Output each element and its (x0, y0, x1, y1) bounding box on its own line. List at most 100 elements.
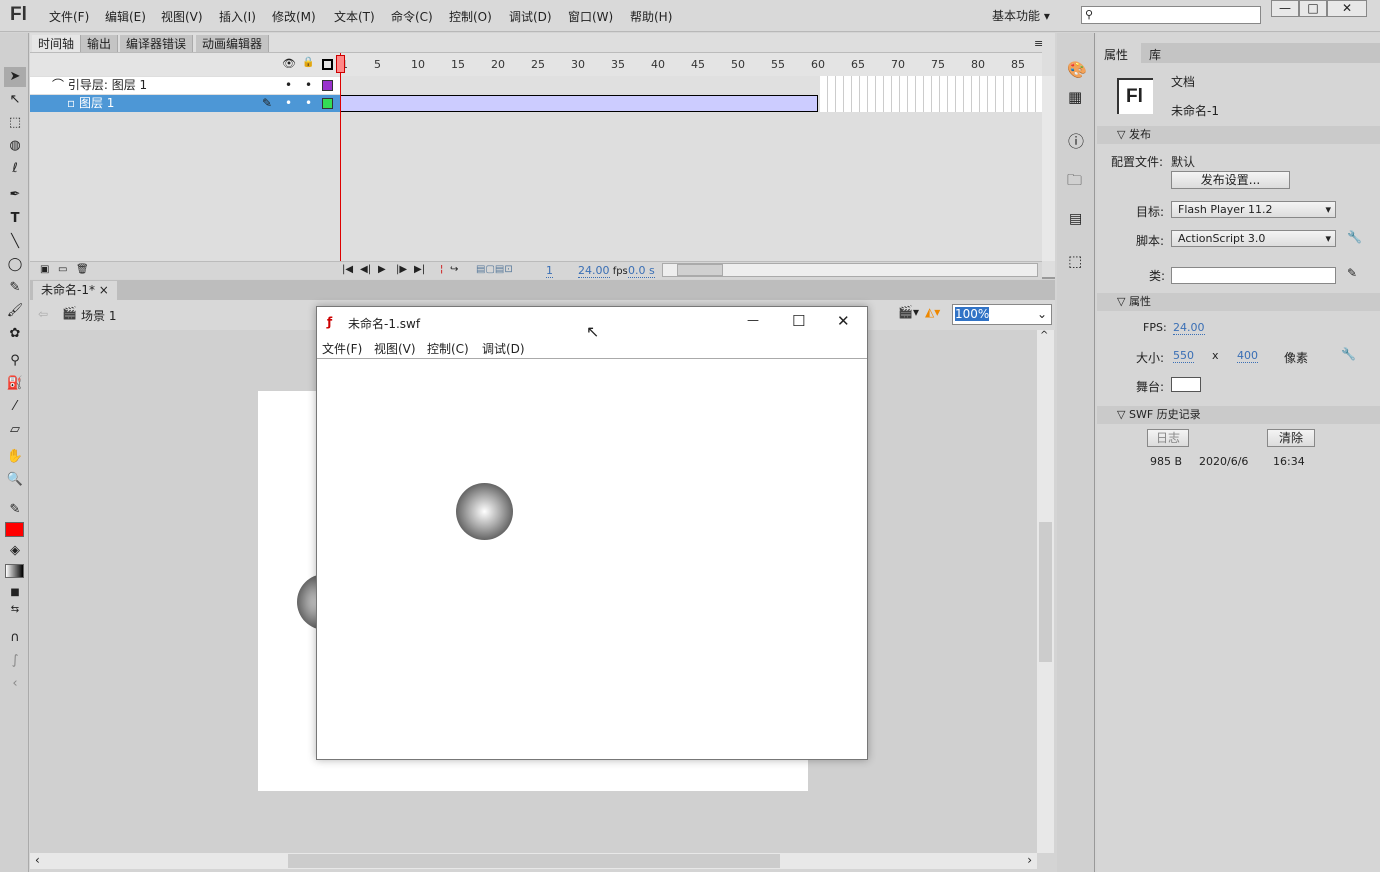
play-icon[interactable]: ▶ (378, 264, 386, 275)
last-frame-icon[interactable]: ▶| (414, 264, 425, 275)
prev-frame-icon[interactable]: ◀| (360, 264, 371, 275)
tab-output[interactable]: 输出 (81, 35, 119, 53)
align-panel-icon[interactable]: ▤ (1069, 211, 1082, 227)
layer-color-swatch[interactable] (322, 98, 333, 109)
zoom-tool-icon[interactable]: 🔍 (4, 470, 26, 490)
tab-properties[interactable]: 属性 (1097, 43, 1141, 63)
line-tool-icon[interactable]: ╲ (4, 232, 26, 252)
color-panel-icon[interactable]: 🎨 (1067, 60, 1087, 79)
properties-section-header[interactable]: ▽ 属性 (1097, 293, 1380, 311)
center-frame-icon[interactable]: ¦ (440, 264, 443, 275)
edit-symbols-icon[interactable]: ◭▾ (925, 305, 940, 319)
straighten-icon[interactable]: ‹ (4, 674, 26, 694)
swf-menu-file[interactable]: 文件(F) (322, 340, 362, 357)
close-button[interactable]: ✕ (1327, 0, 1367, 17)
swf-maximize-button[interactable]: ☐ (792, 312, 805, 330)
publish-section-header[interactable]: ▽ 发布 (1097, 126, 1380, 144)
menu-control[interactable]: 控制(O) (449, 8, 492, 25)
eye-icon[interactable]: 👁 (282, 57, 296, 70)
swf-close-button[interactable]: ✕ (837, 312, 850, 330)
document-tab[interactable]: 未命名-1* × (33, 281, 117, 300)
fps-value[interactable]: 24.00 (578, 264, 610, 278)
delete-layer-icon[interactable]: 🗑 (76, 264, 89, 275)
pencil-tool-icon[interactable]: ✎ (4, 278, 26, 298)
brush-tool-icon[interactable]: 🖌 (4, 301, 26, 321)
bone-tool-icon[interactable]: ⚲ (4, 351, 26, 371)
visibility-dot[interactable]: • (285, 95, 292, 112)
lock-dot[interactable]: • (305, 95, 312, 112)
close-tab-icon[interactable]: × (99, 283, 109, 297)
swf-menu-control[interactable]: 控制(C) (427, 340, 469, 357)
fill-bucket-icon[interactable]: ◈ (4, 541, 26, 561)
outline-icon[interactable] (322, 59, 333, 70)
frame-ruler[interactable]: 1510152025303540455055606570758085 (340, 53, 1042, 77)
hand-tool-icon[interactable]: ✋ (4, 447, 26, 467)
edit-class-pencil-icon[interactable]: ✎ (1347, 266, 1357, 280)
next-frame-icon[interactable]: |▶ (396, 264, 407, 275)
timeline-vscroll[interactable] (1042, 76, 1055, 261)
subselection-tool-icon[interactable]: ↖ (4, 90, 26, 110)
visibility-dot[interactable]: • (285, 77, 292, 94)
swf-minimize-button[interactable]: — (747, 313, 759, 327)
first-frame-icon[interactable]: |◀ (342, 264, 353, 275)
library-panel-icon[interactable]: 🗀 (1067, 170, 1082, 195)
swap-colors-icon[interactable]: ⇆ (4, 600, 26, 620)
pen-tool-icon[interactable]: ✒ (4, 185, 26, 205)
swatches-panel-icon[interactable]: ▦ (1068, 88, 1082, 106)
empty-frames[interactable] (820, 76, 1042, 112)
scroll-up-icon[interactable]: ^ (1040, 330, 1048, 341)
smooth-icon[interactable]: ∫ (4, 651, 26, 671)
scroll-thumb[interactable] (1039, 522, 1052, 662)
transform-panel-icon[interactable]: ⬚ (1068, 252, 1082, 270)
layer-row-guide[interactable]: ⌒ 引导层: 图层 1 • • (30, 77, 340, 94)
eyedropper-tool-icon[interactable]: ⁄ (4, 397, 26, 417)
scroll-left-icon[interactable]: ‹ (35, 853, 40, 867)
swf-menu-debug[interactable]: 调试(D) (482, 340, 525, 357)
log-button[interactable]: 日志 (1147, 429, 1189, 447)
scroll-thumb[interactable] (288, 854, 780, 868)
swf-history-section-header[interactable]: ▽ SWF 历史记录 (1097, 406, 1380, 424)
menu-text[interactable]: 文本(T) (334, 8, 375, 25)
width-value[interactable]: 550 (1173, 349, 1194, 363)
timeline-hscroll[interactable] (662, 263, 1038, 277)
workspace-switcher[interactable]: 基本功能 ▾ (992, 7, 1050, 24)
playhead[interactable] (336, 55, 345, 73)
elapsed-time[interactable]: 0.0 s (628, 264, 655, 278)
stage-color-swatch[interactable] (1171, 377, 1201, 392)
menu-file[interactable]: 文件(F) (49, 8, 89, 25)
scroll-thumb[interactable] (677, 264, 723, 276)
new-folder-icon[interactable]: ▭ (58, 264, 67, 275)
height-value[interactable]: 400 (1237, 349, 1258, 363)
menu-insert[interactable]: 插入(I) (219, 8, 256, 25)
stage-hscroll[interactable]: ‹ › (30, 853, 1037, 869)
fps-value[interactable]: 24.00 (1173, 321, 1205, 335)
scene-name[interactable]: 场景 1 (81, 307, 116, 324)
tab-timeline[interactable]: 时间轴 (32, 35, 82, 53)
layer-color-swatch[interactable] (322, 80, 333, 91)
onion-skin-icon[interactable]: ▤▢▤⊡ (476, 264, 513, 275)
text-tool-icon[interactable]: T (4, 209, 26, 229)
menu-edit[interactable]: 编辑(E) (105, 8, 146, 25)
loop-icon[interactable]: ↪ (450, 264, 458, 275)
menu-debug[interactable]: 调试(D) (509, 8, 552, 25)
tab-motion-editor[interactable]: 动画编辑器 (196, 35, 270, 53)
tween-span[interactable] (340, 95, 818, 112)
menu-window[interactable]: 窗口(W) (568, 8, 613, 25)
oval-tool-icon[interactable]: ◯ (4, 255, 26, 275)
menu-commands[interactable]: 命令(C) (391, 8, 433, 25)
class-input[interactable] (1171, 267, 1336, 284)
frame-grid[interactable] (340, 76, 1042, 112)
paint-bucket-tool-icon[interactable]: ⛽ (4, 374, 26, 394)
deco-tool-icon[interactable]: ✿ (4, 324, 26, 344)
swf-menu-view[interactable]: 视图(V) (374, 340, 416, 357)
edit-scene-icon[interactable]: 🎬▾ (898, 305, 919, 319)
scroll-right-icon[interactable]: › (1027, 853, 1032, 867)
clear-button[interactable]: 清除 (1267, 429, 1315, 447)
script-select[interactable]: ActionScript 3.0 ▾ (1171, 230, 1336, 247)
search-input[interactable]: ⚲ (1081, 6, 1261, 24)
info-panel-icon[interactable]: ⓘ (1068, 128, 1084, 152)
tab-compiler-errors[interactable]: 编译器错误 (120, 35, 194, 53)
minimize-button[interactable]: — (1271, 0, 1299, 17)
layer-row-selected[interactable]: ▫ 图层 1 ✎ • • (30, 95, 340, 112)
menu-help[interactable]: 帮助(H) (630, 8, 672, 25)
